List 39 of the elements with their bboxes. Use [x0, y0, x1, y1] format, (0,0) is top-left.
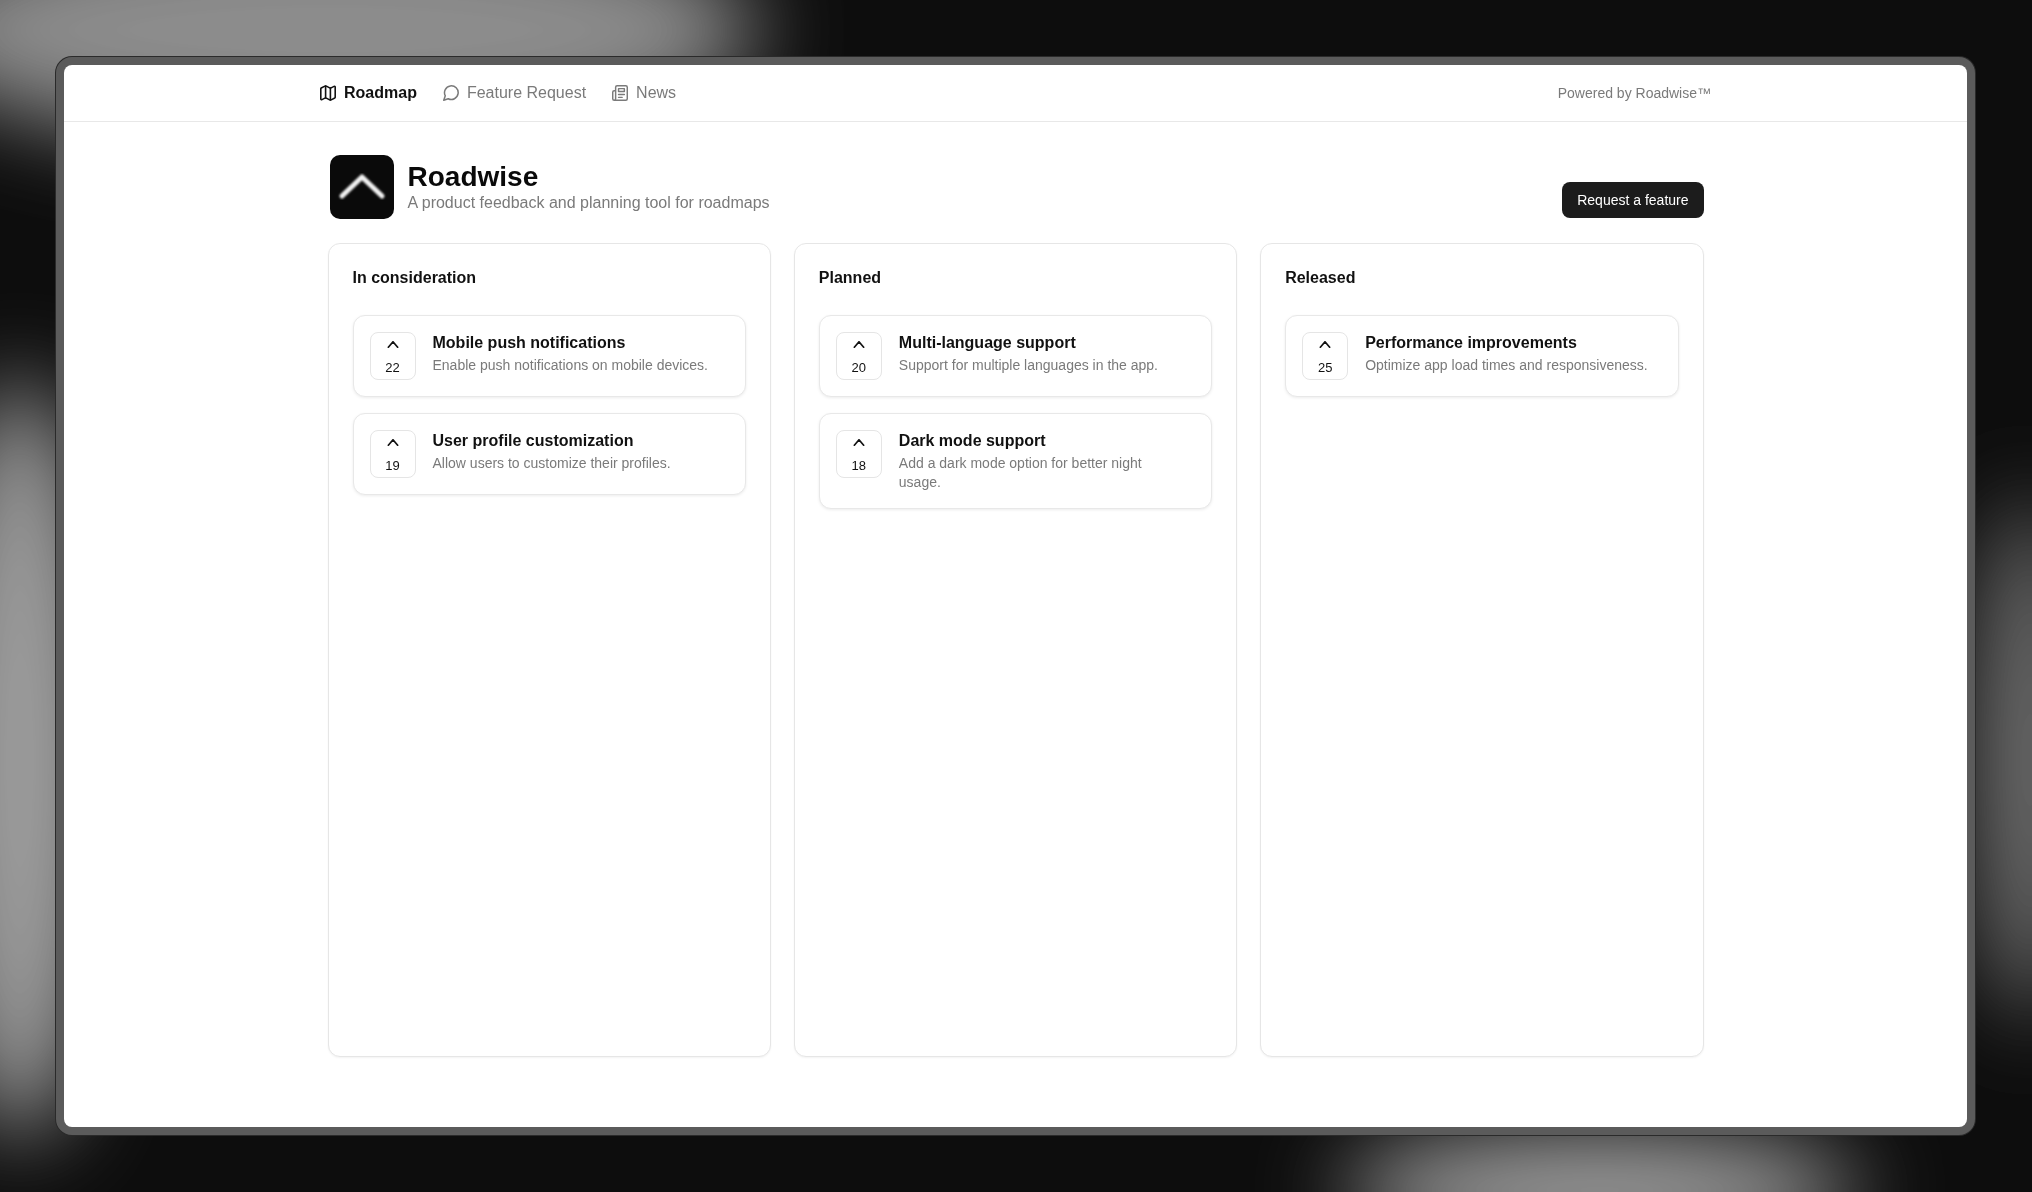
feature-title: Dark mode support: [898, 431, 1046, 451]
column-title: Released: [1285, 268, 1356, 288]
feature-description: Support for multiple languages in the app.: [898, 356, 1158, 375]
feature-title: Performance improvements: [1365, 333, 1577, 353]
feature-card[interactable]: 18 Dark mode support Add a dark mode option for better night usage.: [818, 413, 1213, 509]
upvote-button[interactable]: 25: [1302, 332, 1349, 380]
map-icon: [320, 85, 336, 101]
feature-description: Optimize app load times and responsiveness.: [1365, 356, 1648, 375]
feature-card[interactable]: 19 User profile customization Allow users to customize their profiles.: [352, 413, 746, 495]
caret-up-icon: [386, 439, 399, 446]
feature-title: Mobile push notifications: [432, 333, 626, 353]
upvote-button[interactable]: 19: [369, 430, 416, 478]
feature-description: Add a dark mode option for better night usage.: [898, 454, 1143, 492]
upvote-button[interactable]: 20: [835, 332, 882, 380]
feature-description: Enable push notifications on mobile devices.: [432, 356, 708, 375]
app-subtitle: A product feedback and planning tool for roadmaps: [407, 193, 770, 213]
caret-up-icon: [852, 439, 865, 446]
caret-up-icon: [386, 341, 399, 348]
chat-bubble-icon: [442, 85, 459, 101]
upvote-button[interactable]: 18: [835, 430, 882, 478]
column-title: Planned: [818, 268, 882, 288]
feature-title: Multi-language support: [898, 333, 1076, 353]
feature-title: User profile customization: [432, 431, 634, 451]
feature-description: Allow users to customize their profiles.: [432, 454, 671, 473]
request-feature-button[interactable]: Request a feature: [1562, 182, 1704, 218]
feature-card[interactable]: 20 Multi-language support Support for multiple languages in the app.: [818, 315, 1213, 397]
nav-tab[interactable]: News: [612, 83, 677, 103]
newspaper-icon: [612, 85, 629, 101]
feature-card[interactable]: 22 Mobile push notifications Enable push notifications on mobile devices.: [352, 315, 746, 397]
nav-tab[interactable]: Roadmap: [320, 83, 417, 103]
feature-card[interactable]: 25 Performance improvements Optimize app load times and responsiveness.: [1285, 315, 1679, 397]
caret-up-icon: [1319, 341, 1332, 348]
powered-by-text: Powered by Roadwise™: [1557, 84, 1711, 102]
upvote-button[interactable]: 22: [369, 332, 416, 380]
caret-up-icon: [852, 341, 865, 348]
app-title: Roadwise: [407, 161, 540, 193]
nav-tab[interactable]: Feature Request: [442, 83, 587, 103]
column-title: In consideration: [352, 268, 477, 288]
logo-icon: [329, 155, 394, 219]
